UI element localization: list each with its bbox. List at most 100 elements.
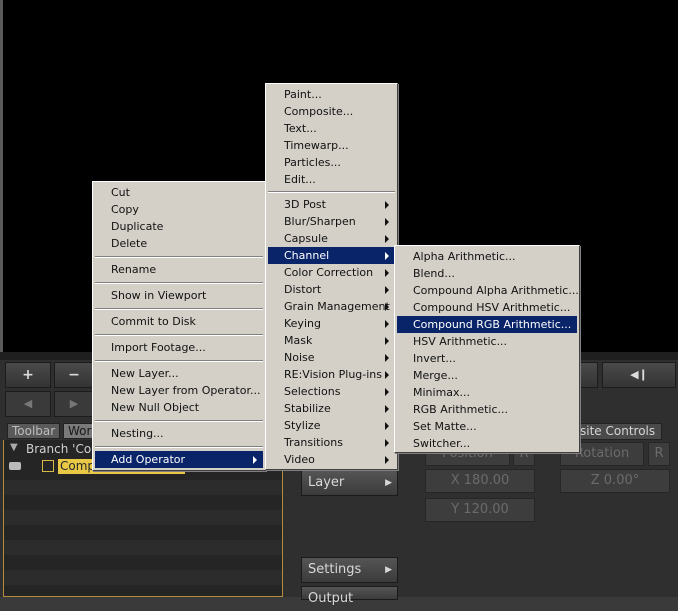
- menu-item-particles[interactable]: Particles...: [268, 154, 395, 171]
- menu-item-composite[interactable]: Composite...: [268, 103, 395, 120]
- menu-label: Distort: [284, 283, 322, 296]
- remove-button[interactable]: −: [54, 362, 94, 388]
- menu-item-transitions[interactable]: Transitions: [268, 434, 395, 451]
- menu-item-rgb-arithmetic[interactable]: RGB Arithmetic...: [397, 401, 577, 418]
- menu-label: Noise: [284, 351, 315, 364]
- menu-item-paint[interactable]: Paint...: [268, 86, 395, 103]
- tree-branch-label: Branch 'Co: [26, 442, 92, 456]
- menu-item-new-null-object[interactable]: New Null Object: [95, 399, 263, 416]
- menu-label: Video: [284, 453, 315, 466]
- chevron-right-icon: ▶: [385, 478, 392, 488]
- menu-label: Channel: [284, 249, 330, 262]
- step-back-button[interactable]: ◀❙: [602, 362, 676, 388]
- menu-item-switcher[interactable]: Switcher...: [397, 435, 577, 452]
- y-field[interactable]: Y 120.00: [425, 498, 535, 522]
- output-label: Output: [308, 591, 354, 606]
- menu-item-import-footage[interactable]: Import Footage...: [95, 339, 263, 356]
- forward-button[interactable]: ▶: [54, 391, 94, 417]
- layer-button[interactable]: Layer ▶: [301, 470, 398, 496]
- menu-item-grain-management[interactable]: Grain Management: [268, 298, 395, 315]
- menu-item-commit-to-disk[interactable]: Commit to Disk: [95, 313, 263, 330]
- menu-item-set-matte[interactable]: Set Matte...: [397, 418, 577, 435]
- submenu-arrow-icon: [385, 371, 389, 379]
- menu-item-video[interactable]: Video: [268, 451, 395, 468]
- add-operator-label: Add Operator: [111, 453, 186, 466]
- menu-item-3d-post[interactable]: 3D Post: [268, 196, 395, 213]
- back-button[interactable]: ◀: [5, 391, 51, 417]
- menu-item-cut[interactable]: Cut: [95, 184, 263, 201]
- menu-item-revision-plugins[interactable]: RE:Vision Plug-ins: [268, 366, 395, 383]
- settings-button[interactable]: Settings ▶: [301, 557, 398, 583]
- chevron-right-icon: ▶: [385, 565, 392, 575]
- output-button[interactable]: Output: [301, 586, 398, 606]
- menu-item-capsule[interactable]: Capsule: [268, 230, 395, 247]
- menu-item-selections[interactable]: Selections: [268, 383, 395, 400]
- operator-submenu[interactable]: Paint... Composite... Text... Timewarp..…: [265, 83, 398, 470]
- menu-item-stylize[interactable]: Stylize: [268, 417, 395, 434]
- menu-item-mask[interactable]: Mask: [268, 332, 395, 349]
- submenu-arrow-icon: [385, 388, 389, 396]
- menu-item-text[interactable]: Text...: [268, 120, 395, 137]
- menu-item-invert[interactable]: Invert...: [397, 350, 577, 367]
- menu-item-noise[interactable]: Noise: [268, 349, 395, 366]
- context-menu[interactable]: Cut Copy Duplicate Delete Rename Show in…: [92, 181, 266, 471]
- menu-separator: [95, 334, 263, 336]
- submenu-arrow-icon: [385, 235, 389, 243]
- menu-item-hsv-arithmetic[interactable]: HSV Arithmetic...: [397, 333, 577, 350]
- menu-item-distort[interactable]: Distort: [268, 281, 395, 298]
- submenu-arrow-icon: [385, 303, 389, 311]
- menu-separator: [95, 308, 263, 310]
- menu-item-keying[interactable]: Keying: [268, 315, 395, 332]
- menu-separator: [95, 256, 263, 258]
- x-field[interactable]: X 180.00: [425, 469, 535, 493]
- menu-item-new-layer[interactable]: New Layer...: [95, 365, 263, 382]
- menu-item-compound-hsv-arithmetic[interactable]: Compound HSV Arithmetic...: [397, 299, 577, 316]
- menu-item-minimax[interactable]: Minimax...: [397, 384, 577, 401]
- add-button[interactable]: +: [5, 362, 51, 388]
- tree-row: [4, 510, 282, 525]
- menu-item-copy[interactable]: Copy: [95, 201, 263, 218]
- menu-item-delete[interactable]: Delete: [95, 235, 263, 252]
- tab-composite-controls[interactable]: site Controls: [575, 423, 662, 440]
- submenu-arrow-icon: [385, 201, 389, 209]
- menu-item-blend[interactable]: Blend...: [397, 265, 577, 282]
- menu-item-edit[interactable]: Edit...: [268, 171, 395, 188]
- tab-workspace[interactable]: Wor: [63, 423, 93, 439]
- menu-label: Color Correction: [284, 266, 374, 279]
- composite-node-icon: [42, 460, 54, 472]
- expand-icon[interactable]: ▼: [10, 442, 18, 453]
- visibility-icon[interactable]: [9, 462, 21, 470]
- menu-label: RE:Vision Plug-ins: [284, 368, 382, 381]
- menu-item-duplicate[interactable]: Duplicate: [95, 218, 263, 235]
- menu-label: Capsule: [284, 232, 328, 245]
- menu-item-blur-sharpen[interactable]: Blur/Sharpen: [268, 213, 395, 230]
- menu-item-alpha-arithmetic[interactable]: Alpha Arithmetic...: [397, 248, 577, 265]
- menu-item-color-correction[interactable]: Color Correction: [268, 264, 395, 281]
- submenu-arrow-icon: [385, 252, 389, 260]
- menu-item-rename[interactable]: Rename: [95, 261, 263, 278]
- menu-item-show-in-viewport[interactable]: Show in Viewport: [95, 287, 263, 304]
- menu-item-compound-alpha-arithmetic[interactable]: Compound Alpha Arithmetic...: [397, 282, 579, 299]
- menu-separator: [268, 191, 395, 193]
- submenu-arrow-icon: [385, 405, 389, 413]
- menu-item-compound-rgb-arithmetic[interactable]: Compound RGB Arithmetic...: [397, 316, 577, 333]
- submenu-arrow-icon: [385, 354, 389, 362]
- menu-item-nesting[interactable]: Nesting...: [95, 425, 263, 442]
- menu-separator: [95, 420, 263, 422]
- menu-item-new-layer-from-operator[interactable]: New Layer from Operator...: [95, 382, 263, 399]
- menu-item-channel[interactable]: Channel: [268, 247, 395, 264]
- tab-toolbar[interactable]: Toolbar: [7, 423, 61, 439]
- menu-item-add-operator[interactable]: Add Operator: [95, 451, 263, 468]
- menu-item-timewarp[interactable]: Timewarp...: [268, 137, 395, 154]
- menu-item-stabilize[interactable]: Stabilize: [268, 400, 395, 417]
- channel-submenu[interactable]: Alpha Arithmetic... Blend... Compound Al…: [394, 245, 580, 453]
- rotation-reset-button[interactable]: R: [648, 442, 670, 466]
- settings-label: Settings: [308, 562, 362, 577]
- submenu-arrow-icon: [385, 218, 389, 226]
- menu-label: 3D Post: [284, 198, 326, 211]
- submenu-arrow-icon: [385, 439, 389, 447]
- z-field[interactable]: Z 0.00°: [560, 469, 670, 493]
- menu-item-merge[interactable]: Merge...: [397, 367, 577, 384]
- tree-row: [4, 570, 282, 585]
- menu-label: Blur/Sharpen: [284, 215, 356, 228]
